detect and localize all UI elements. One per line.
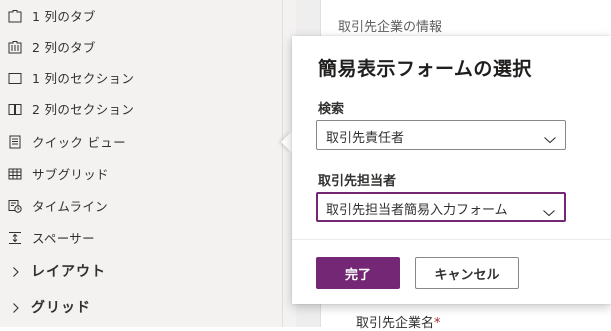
- two-column-tab-icon: [8, 39, 22, 54]
- group-label: レイアウト: [31, 264, 106, 280]
- component-label: タイムライン: [32, 198, 108, 214]
- component-timeline[interactable]: タイムライン: [0, 190, 282, 220]
- component-label: サブグリッド: [32, 166, 109, 182]
- cancel-button[interactable]: キャンセル: [415, 257, 519, 289]
- component-label: 2 列のセクション: [32, 101, 135, 117]
- dropdown-value: 取引先責任者: [326, 131, 405, 146]
- dropdown-value: 取引先担当者簡易入力フォーム: [326, 203, 508, 218]
- component-subgrid[interactable]: サブグリッド: [0, 158, 282, 188]
- chevron-down-icon: [543, 130, 557, 144]
- section-heading: 取引先企業の情報: [338, 20, 443, 35]
- component-one-column-tab[interactable]: 1 列のタブ: [0, 0, 282, 30]
- one-column-tab-icon: [8, 8, 22, 23]
- group-label: グリッド: [31, 300, 91, 316]
- chevron-right-icon: [11, 264, 21, 278]
- component-label: 2 列のタブ: [32, 39, 96, 55]
- quick-view-form-dialog: 簡易表示フォームの選択 検索 取引先責任者 取引先担当者 取引先担当者簡易入力フ…: [292, 36, 611, 304]
- component-label: 1 列のセクション: [32, 70, 135, 86]
- two-column-section-icon: [8, 101, 22, 115]
- chevron-right-icon: [11, 300, 21, 314]
- component-label: 1 列のタブ: [32, 8, 96, 24]
- one-column-section-icon: [8, 70, 22, 84]
- component-two-column-tab[interactable]: 2 列のタブ: [0, 31, 282, 61]
- quick-view-icon: [8, 134, 22, 149]
- group-layout[interactable]: レイアウト: [0, 256, 282, 286]
- component-two-column-section[interactable]: 2 列のセクション: [0, 93, 282, 123]
- components-panel: 1 列のタブ 2 列のタブ 1 列のセクション 2 列のセクション クイック ビ…: [0, 0, 282, 327]
- component-label: クイック ビュー: [32, 134, 126, 150]
- form-label: 取引先担当者: [318, 174, 397, 189]
- quick-view-form-dropdown[interactable]: 取引先担当者簡易入力フォーム: [316, 192, 566, 222]
- account-name-field[interactable]: 取引先企業名*: [356, 312, 441, 331]
- dialog-divider: [292, 239, 611, 240]
- group-grid[interactable]: グリッド: [0, 292, 282, 322]
- component-quick-view[interactable]: クイック ビュー: [0, 126, 282, 156]
- required-marker: *: [434, 316, 441, 331]
- component-one-column-section[interactable]: 1 列のセクション: [0, 62, 282, 92]
- timeline-icon: [8, 198, 22, 213]
- spacer-icon: [8, 230, 22, 244]
- subgrid-icon: [8, 166, 22, 180]
- component-label: スペーサー: [32, 230, 95, 246]
- chevron-down-icon: [542, 203, 556, 217]
- search-entity-dropdown[interactable]: 取引先責任者: [316, 120, 566, 150]
- field-label: 取引先企業名: [356, 316, 435, 331]
- done-button[interactable]: 完了: [316, 257, 400, 289]
- component-spacer[interactable]: スペーサー: [0, 222, 282, 252]
- search-label: 検索: [318, 102, 345, 117]
- dialog-title: 簡易表示フォームの選択: [318, 58, 532, 80]
